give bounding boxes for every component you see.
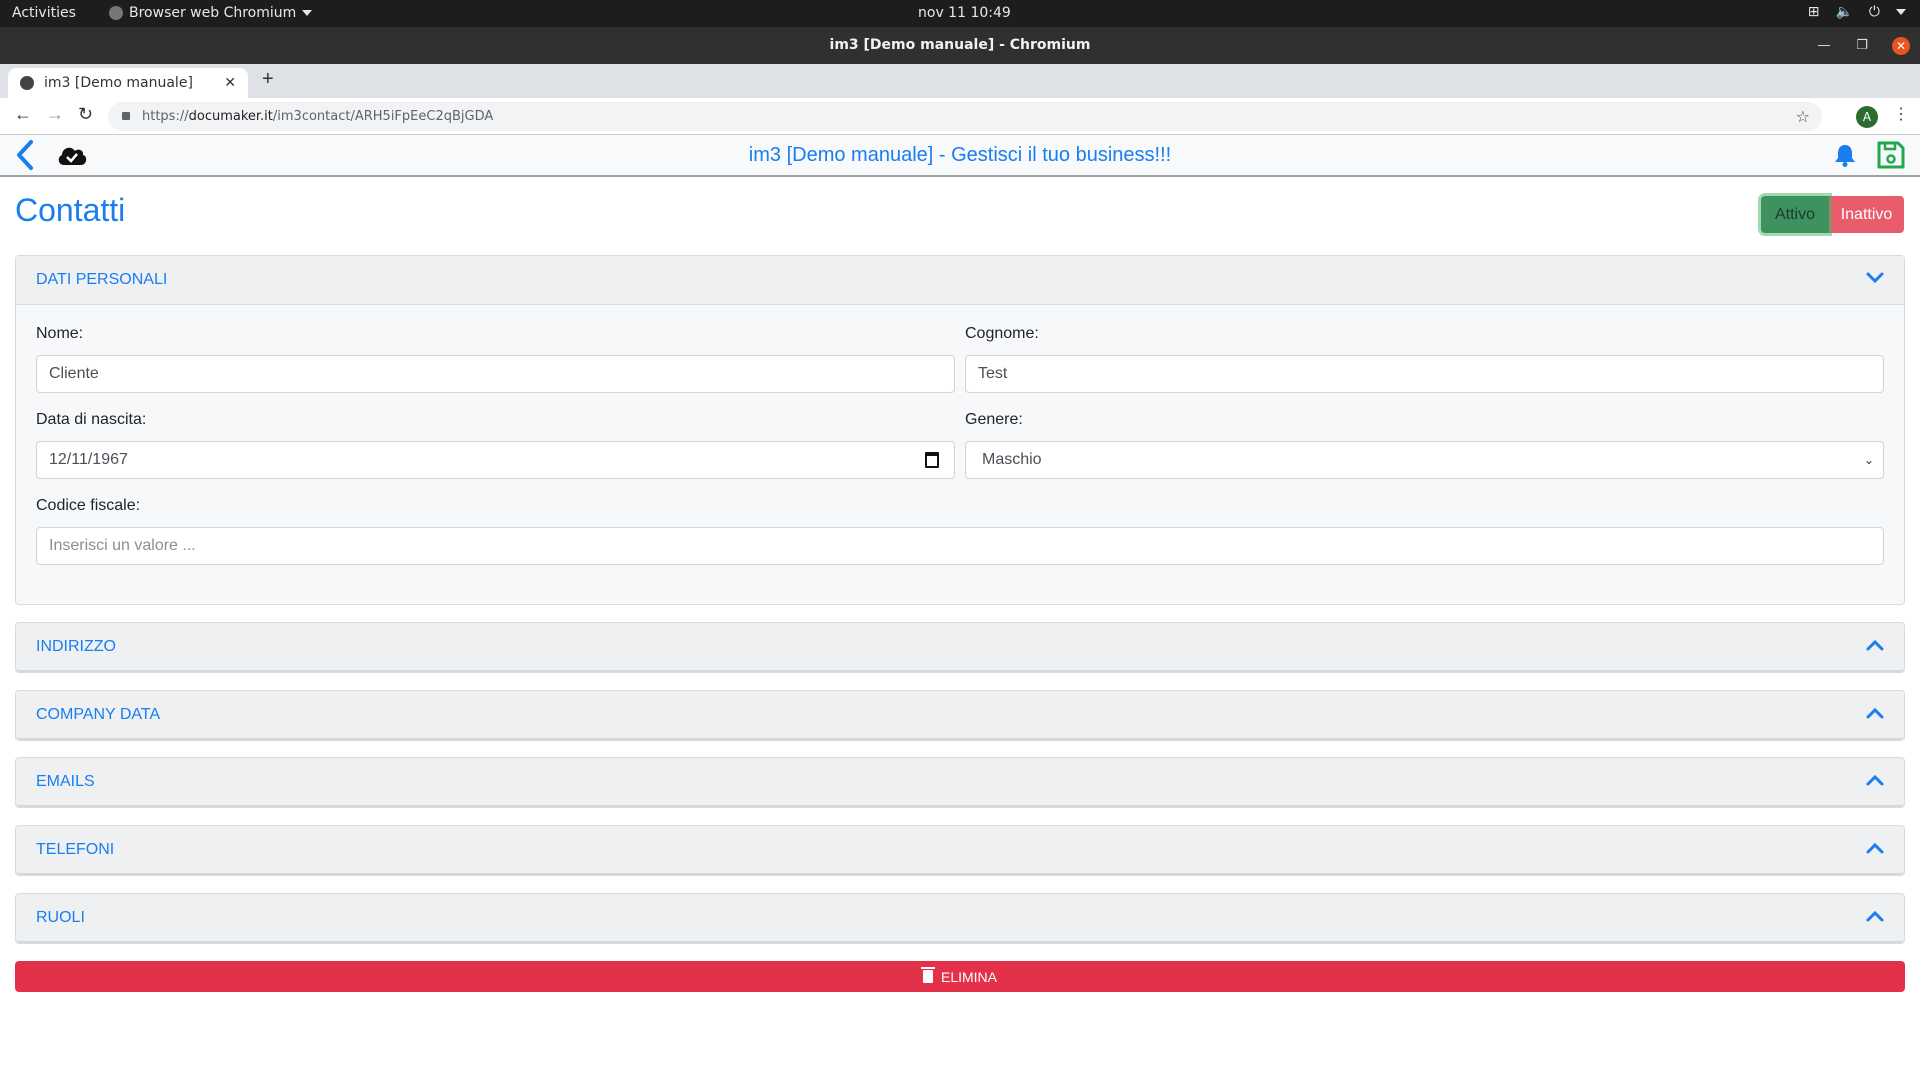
section-dati-personali: DATI PERSONALI Nome: Cognome: Data di na… (15, 255, 1905, 605)
chevron-up-icon[interactable] (1866, 909, 1884, 927)
chevron-up-icon[interactable] (1866, 841, 1884, 859)
data-nascita-input[interactable] (36, 441, 955, 479)
status-toggle: Attivo Inattivo (1761, 196, 1904, 233)
tab-title: im3 [Demo manuale] (44, 75, 193, 91)
system-tray[interactable]: ⊞ 🔈 ⏻ (1808, 4, 1906, 20)
trash-icon (920, 967, 935, 983)
globe-icon (20, 76, 34, 90)
back-arrow-icon[interactable]: ← (14, 104, 32, 125)
section-title: TELEFONI (36, 840, 115, 858)
profile-avatar[interactable]: A (1856, 106, 1878, 128)
activities-button[interactable]: Activities (12, 5, 76, 21)
chevron-up-icon[interactable] (1866, 638, 1884, 656)
app-menu[interactable]: Browser web Chromium (109, 5, 313, 21)
chevron-down-icon (1896, 9, 1906, 15)
forward-arrow-icon[interactable]: → (46, 104, 64, 125)
power-icon: ⏻ (1868, 4, 1880, 20)
section-indirizzo: INDIRIZZO (15, 622, 1905, 673)
delete-button[interactable]: ELIMINA (15, 961, 1905, 992)
reload-icon[interactable]: ↻ (78, 104, 93, 125)
save-icon[interactable] (1876, 140, 1906, 175)
chevron-up-icon[interactable] (1866, 706, 1884, 724)
codice-fiscale-input[interactable] (36, 527, 1884, 565)
genere-select[interactable]: Maschio (965, 441, 1884, 479)
section-header[interactable]: COMPANY DATA (16, 691, 1904, 740)
minimize-button[interactable]: — (1816, 27, 1832, 64)
genere-selected-value: Maschio (982, 451, 1042, 468)
cognome-input[interactable] (965, 355, 1884, 393)
browser-tab[interactable]: im3 [Demo manuale] ✕ (8, 68, 248, 98)
notification-bell-icon[interactable] (1834, 143, 1856, 172)
new-tab-button[interactable]: + (262, 68, 274, 91)
chromium-icon (109, 6, 123, 20)
nome-label: Nome: (36, 325, 84, 342)
calendar-icon[interactable] (925, 452, 939, 468)
section-telefoni: TELEFONI (15, 825, 1905, 876)
section-header[interactable]: RUOLI (16, 894, 1904, 943)
app-menu-label: Browser web Chromium (129, 5, 297, 21)
section-header[interactable]: INDIRIZZO (16, 623, 1904, 672)
address-bar-row: ← → ↻ https://documaker.it/im3contact/AR… (0, 98, 1920, 135)
section-title: INDIRIZZO (36, 637, 116, 655)
page-title: Contatti (15, 192, 126, 228)
tab-strip: im3 [Demo manuale] ✕ (0, 64, 1920, 98)
browser-menu-icon[interactable]: ⋮ (1893, 104, 1909, 124)
url-input[interactable]: https://documaker.it/im3contact/ARH5iFpE… (108, 102, 1822, 131)
app-header: im3 [Demo manuale] - Gestisci il tuo bus… (0, 135, 1920, 177)
close-window-button[interactable]: ✕ (1892, 36, 1910, 55)
chevron-down-icon: ⌄ (1863, 453, 1874, 467)
lock-icon (122, 112, 130, 120)
app-title: im3 [Demo manuale] - Gestisci il tuo bus… (748, 144, 1172, 166)
bookmark-star-icon[interactable]: ☆ (1796, 102, 1810, 131)
genere-label: Genere: (965, 411, 1023, 428)
nome-input[interactable] (36, 355, 955, 393)
os-top-bar: Activities Browser web Chromium nov 11 1… (0, 0, 1920, 27)
maximize-button[interactable]: ❐ (1854, 27, 1870, 64)
section-header[interactable]: EMAILS (16, 758, 1904, 807)
chevron-down-icon[interactable] (1866, 271, 1884, 289)
section-ruoli: RUOLI (15, 893, 1905, 944)
data-nascita-label: Data di nascita: (36, 411, 147, 428)
chevron-down-icon (302, 10, 313, 16)
window-title: im3 [Demo manuale] - Chromium (829, 37, 1091, 53)
section-title: DATI PERSONALI (36, 271, 168, 288)
network-icon: ⊞ (1807, 4, 1820, 20)
url-domain: documaker.it (188, 109, 273, 124)
status-inactive-button[interactable]: Inattivo (1829, 196, 1904, 233)
section-body: Nome: Cognome: Data di nascita: Genere: … (16, 305, 1904, 603)
clock[interactable]: nov 11 10:49 (918, 5, 1011, 21)
close-tab-icon[interactable]: ✕ (224, 75, 236, 91)
section-title: RUOLI (36, 908, 85, 926)
codice-fiscale-label: Codice fiscale: (36, 497, 141, 514)
volume-icon: 🔈 (1835, 4, 1853, 20)
section-header[interactable]: TELEFONI (16, 826, 1904, 875)
url-path: /im3contact/ARH5iFpEeC2qBjGDA (272, 109, 494, 124)
delete-label: ELIMINA (940, 968, 997, 985)
section-title: COMPANY DATA (36, 705, 161, 723)
window-title-bar: im3 [Demo manuale] - Chromium — ❐ ✕ (0, 27, 1920, 64)
cognome-label: Cognome: (965, 325, 1039, 342)
section-company-data: COMPANY DATA (15, 690, 1905, 741)
url-scheme: https:// (142, 109, 189, 124)
section-header[interactable]: DATI PERSONALI (16, 256, 1904, 305)
chevron-up-icon[interactable] (1866, 773, 1884, 791)
status-active-button[interactable]: Attivo (1761, 196, 1829, 233)
section-emails: EMAILS (15, 757, 1905, 808)
section-title: EMAILS (36, 772, 95, 790)
